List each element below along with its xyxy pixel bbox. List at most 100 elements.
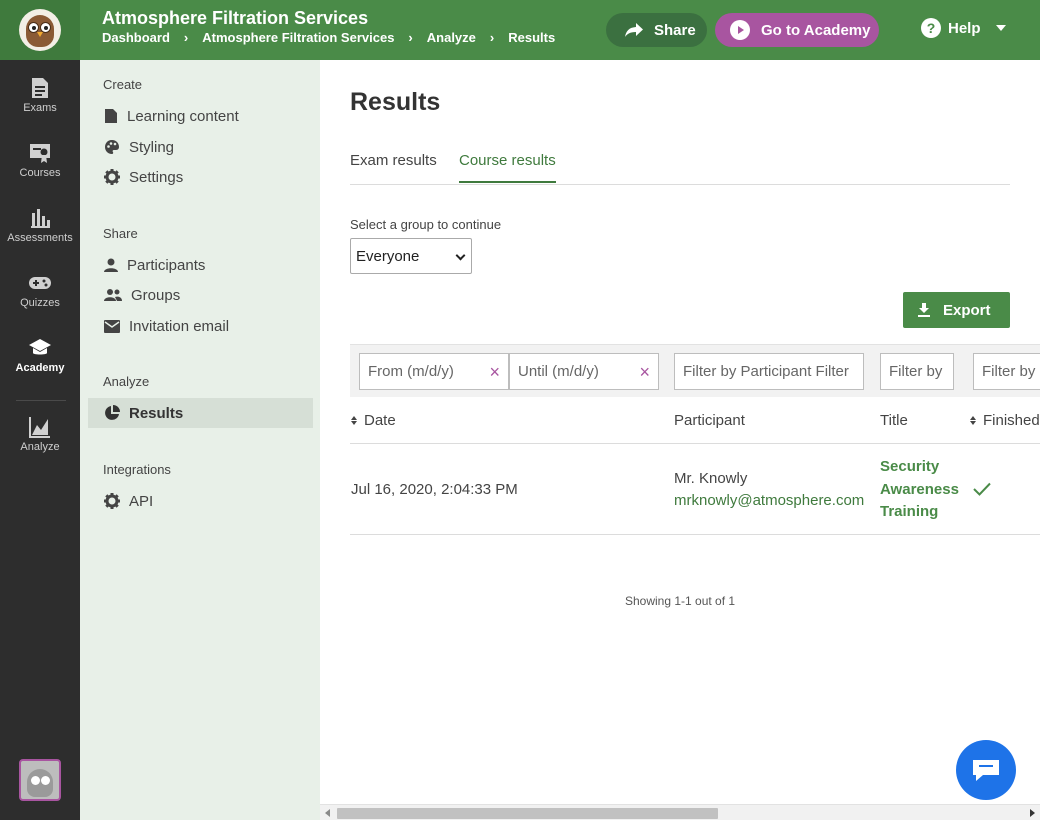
sidebar-item-participants[interactable]: Participants [88, 250, 313, 280]
participant-filter-input[interactable]: Filter by Participant Filter [674, 353, 864, 390]
sidebar-item-label: Learning content [127, 107, 239, 125]
rail-item-quizzes[interactable]: Quizzes [0, 272, 80, 309]
clear-icon[interactable]: × [639, 362, 650, 383]
sidebar-item-api[interactable]: API [88, 486, 313, 516]
finished-filter-input[interactable]: Filter by [973, 353, 1040, 390]
until-date-input[interactable]: Until (m/d/y) × [509, 353, 659, 390]
pie-chart-icon [105, 405, 120, 420]
sidebar-item-results[interactable]: Results [88, 398, 313, 428]
main-nav-rail: Exams Courses Assessments Quizzes Academ… [0, 60, 80, 820]
bar-chart-icon [31, 209, 50, 228]
owl-logo[interactable] [0, 0, 80, 60]
rail-item-exams[interactable]: Exams [0, 77, 80, 114]
breadcrumb-workspace[interactable]: Atmosphere Filtration Services [202, 30, 394, 45]
sort-icon [970, 416, 976, 425]
rail-item-courses[interactable]: Courses [0, 142, 80, 179]
page-title: Results [350, 88, 441, 116]
app-title: Atmosphere Filtration Services [102, 8, 369, 28]
go-to-academy-button[interactable]: Go to Academy [715, 13, 879, 47]
sidebar-item-invitation-email[interactable]: Invitation email [88, 311, 313, 341]
sidebar-item-label: Results [129, 404, 184, 422]
sidebar-item-label: Participants [127, 256, 206, 274]
chat-button[interactable] [956, 740, 1016, 800]
palette-icon [105, 140, 119, 154]
tab-exam-results[interactable]: Exam results [350, 152, 437, 181]
tab-course-results[interactable]: Course results [459, 152, 556, 183]
from-date-input[interactable]: From (m/d/y) × [359, 353, 509, 390]
sidebar-item-styling[interactable]: Styling [88, 132, 313, 162]
title-filter-input[interactable]: Filter by [880, 353, 954, 390]
rail-item-assessments[interactable]: Assessments [0, 207, 80, 244]
sort-icon [351, 416, 357, 425]
row-participant-email[interactable]: mrknowly@atmosphere.com [674, 492, 864, 509]
until-date-placeholder: Until (m/d/y) [518, 363, 599, 380]
help-menu-button[interactable]: ? Help [921, 18, 1006, 38]
document-icon [32, 78, 48, 98]
checkmark-icon [973, 482, 991, 496]
sidebar-item-learning-content[interactable]: Learning content [88, 101, 313, 131]
column-label: Finished [983, 412, 1040, 429]
download-icon [918, 303, 930, 317]
rail-label: Assessments [7, 232, 73, 244]
chevron-right-icon: › [408, 30, 413, 45]
top-bar: Atmosphere Filtration Services Dashboard… [0, 0, 1040, 60]
main-content: Results Exam results Course results Sele… [320, 60, 1040, 820]
gamepad-icon [29, 277, 51, 289]
rail-label: Exams [23, 102, 57, 114]
from-date-placeholder: From (m/d/y) [368, 363, 454, 380]
pagination-summary: Showing 1-1 out of 1 [625, 594, 736, 608]
column-header-participant: Participant [674, 412, 745, 429]
rail-label: Academy [15, 362, 65, 374]
rail-item-analyze[interactable]: Analyze [0, 416, 80, 453]
file-icon [105, 109, 117, 123]
finished-filter-placeholder: Filter by [982, 363, 1036, 380]
export-label: Export [943, 301, 991, 319]
caret-down-icon [995, 25, 1006, 31]
column-label: Participant [674, 412, 745, 429]
share-button[interactable]: Share [606, 13, 707, 47]
breadcrumb-results: Results [508, 30, 556, 45]
sidebar-item-groups[interactable]: Groups [88, 280, 313, 310]
horizontal-scrollbar[interactable] [320, 804, 1040, 820]
column-header-title: Title [880, 412, 908, 429]
group-select-label: Select a group to continue [350, 217, 502, 232]
breadcrumb-analyze[interactable]: Analyze [427, 30, 476, 45]
people-icon [104, 289, 122, 301]
scroll-left-icon[interactable] [325, 809, 330, 817]
user-avatar[interactable] [19, 759, 61, 801]
column-label: Date [364, 412, 396, 429]
gear-icon [104, 169, 120, 185]
rail-item-academy[interactable]: Academy [0, 337, 80, 374]
chevron-down-icon [455, 250, 466, 261]
title-filter-placeholder: Filter by [889, 363, 943, 380]
play-icon [730, 20, 750, 40]
area-chart-icon [29, 417, 50, 438]
certificate-icon [30, 144, 50, 163]
row-date: Jul 16, 2020, 2:04:33 PM [351, 481, 518, 498]
gear-icon [104, 493, 120, 509]
help-icon: ? [921, 18, 941, 38]
results-tabs: Exam results Course results [350, 148, 1010, 185]
clear-icon[interactable]: × [489, 362, 500, 383]
column-header-date[interactable]: Date [351, 412, 396, 429]
share-label: Share [654, 21, 696, 39]
row-title-link[interactable]: Security Awareness Training [880, 456, 970, 524]
breadcrumb-dashboard[interactable]: Dashboard [102, 30, 170, 45]
scroll-right-icon[interactable] [1030, 809, 1035, 817]
rail-label: Quizzes [20, 297, 60, 309]
chat-bubble-icon [973, 760, 999, 781]
sidebar-item-label: Invitation email [129, 317, 230, 335]
group-select-value: Everyone [356, 247, 420, 265]
section-sidebar: Create Learning content Styling Settings… [80, 60, 320, 820]
filter-bar: From (m/d/y) × Until (m/d/y) × Filter by… [350, 344, 1040, 397]
scrollbar-thumb[interactable] [337, 808, 718, 819]
sidebar-item-settings[interactable]: Settings [88, 162, 313, 192]
group-select[interactable]: Everyone [350, 238, 472, 274]
owl-icon [19, 9, 61, 51]
graduation-cap-icon [29, 339, 51, 355]
row-participant-name: Mr. Knowly [674, 470, 748, 487]
export-button[interactable]: Export [903, 292, 1010, 328]
sidebar-item-label: Groups [131, 286, 181, 304]
rail-label: Courses [19, 167, 61, 179]
column-header-finished[interactable]: Finished [970, 412, 1040, 429]
